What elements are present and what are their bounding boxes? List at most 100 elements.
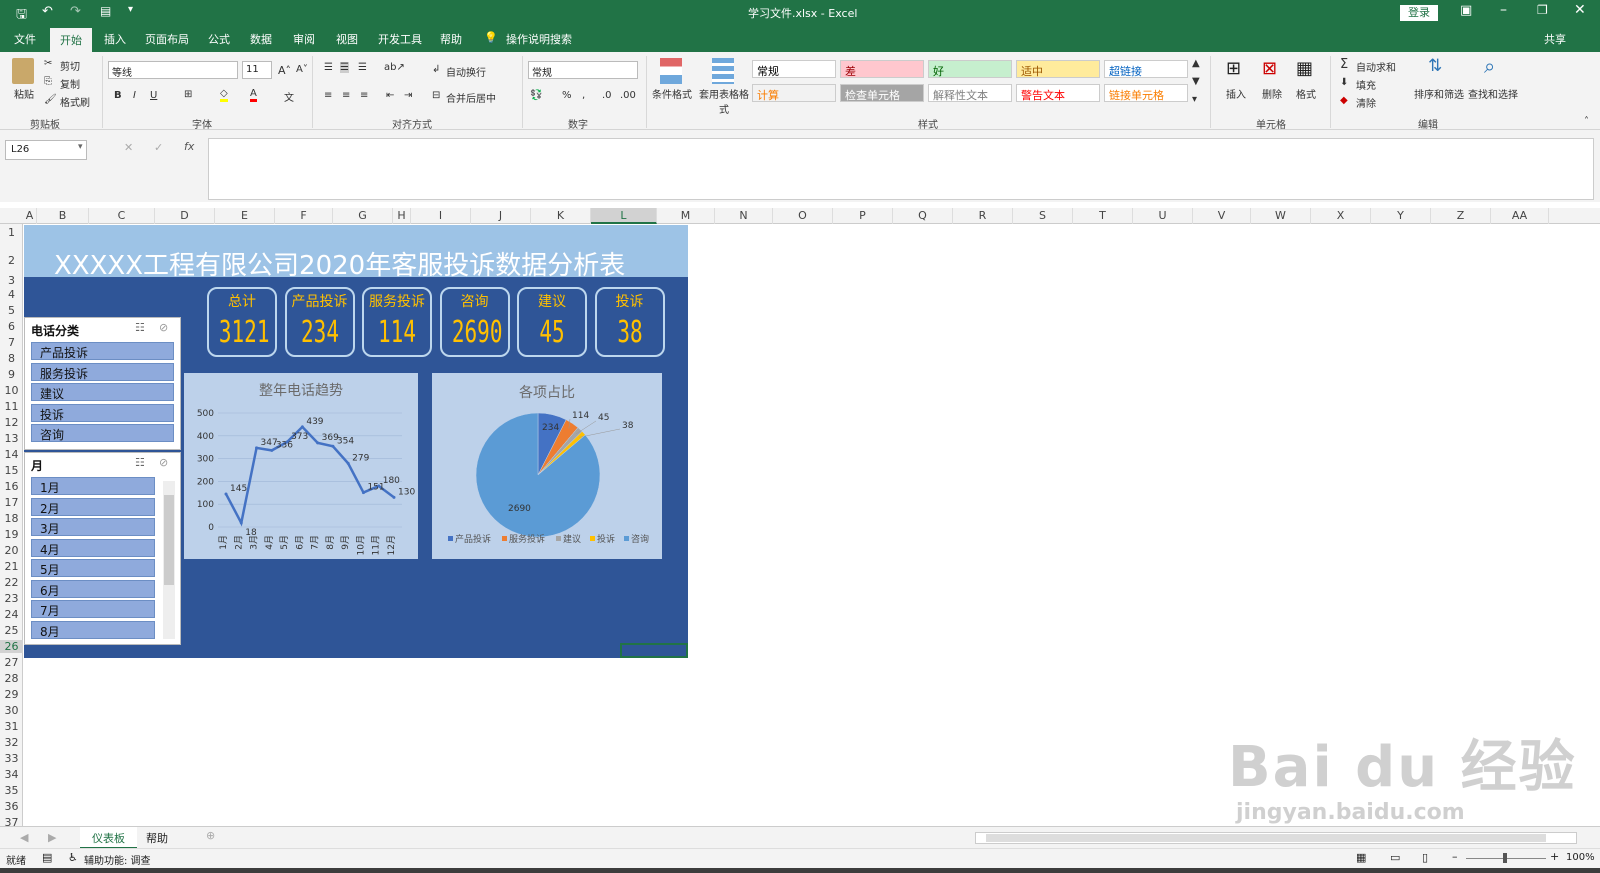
horizontal-scrollbar[interactable] <box>975 832 1577 844</box>
insert-cells-button[interactable]: 插入 <box>1226 86 1246 101</box>
column-header[interactable]: Q <box>893 208 953 224</box>
column-header[interactable]: J <box>471 208 531 224</box>
row-header[interactable]: 14 <box>0 448 23 461</box>
row-header[interactable]: 1 <box>0 226 23 239</box>
row-header[interactable]: 31 <box>0 720 23 733</box>
paste-button[interactable]: 粘贴 <box>14 86 34 101</box>
column-header[interactable]: R <box>953 208 1013 224</box>
conditional-format-button[interactable]: 条件格式 <box>652 86 692 101</box>
column-header[interactable]: W <box>1251 208 1311 224</box>
row-header[interactable]: 6 <box>0 320 23 333</box>
row-header[interactable]: 10 <box>0 384 23 397</box>
formula-input[interactable] <box>208 138 1594 200</box>
row-header[interactable]: 18 <box>0 512 23 525</box>
autosum-icon[interactable]: Σ <box>1340 57 1348 72</box>
scrollbar-thumb[interactable] <box>164 495 174 585</box>
add-sheet-icon[interactable]: ⊕ <box>206 829 215 842</box>
collapse-ribbon-icon[interactable]: ˄ <box>1584 116 1589 127</box>
slicer-item[interactable]: 4月 <box>31 538 155 557</box>
clear-filter-icon[interactable]: ⊘ <box>159 321 168 334</box>
row-header[interactable]: 28 <box>0 672 23 685</box>
row-header[interactable]: 37 <box>0 816 23 826</box>
zoom-out-icon[interactable]: – <box>1452 850 1458 863</box>
quick-access-icon[interactable]: ▤ <box>100 4 111 18</box>
column-header[interactable]: C <box>89 208 155 224</box>
cell-style-item[interactable]: 差 <box>840 60 924 78</box>
align-bottom-icon[interactable]: ☰ <box>358 62 367 73</box>
decrease-font-icon[interactable]: A˅ <box>296 64 308 75</box>
row-header[interactable]: 22 <box>0 576 23 589</box>
row-header[interactable]: 19 <box>0 528 23 541</box>
column-header[interactable]: X <box>1311 208 1371 224</box>
column-header[interactable]: A <box>23 208 37 224</box>
undo-icon[interactable]: ↶ <box>42 4 53 19</box>
copy-icon[interactable]: ⎘ <box>44 76 52 87</box>
macro-record-icon[interactable]: ▤ <box>42 851 52 864</box>
sheet-nav-prev-icon[interactable]: ◀ <box>20 831 28 844</box>
cell-style-item[interactable]: 解释性文本 <box>928 84 1012 102</box>
column-header[interactable]: H <box>393 208 411 224</box>
multi-select-icon[interactable]: ☷ <box>135 456 145 469</box>
cut-button[interactable]: 剪切 <box>60 58 80 73</box>
row-header[interactable]: 24 <box>0 608 23 621</box>
page-layout-view-icon[interactable]: ▭ <box>1390 851 1400 864</box>
slicer-item[interactable]: 2月 <box>31 497 155 516</box>
row-header[interactable]: 34 <box>0 768 23 781</box>
row-header[interactable]: 26 <box>0 640 23 653</box>
increase-indent-icon[interactable]: ⇥ <box>404 90 412 101</box>
minimize-icon[interactable]: – <box>1500 2 1507 18</box>
normal-view-icon[interactable]: ▦ <box>1356 851 1366 864</box>
row-header[interactable]: 21 <box>0 560 23 573</box>
restore-icon[interactable]: ❐ <box>1537 3 1548 17</box>
column-header[interactable]: I <box>411 208 471 224</box>
row-header[interactable]: 12 <box>0 416 23 429</box>
column-header[interactable]: T <box>1073 208 1133 224</box>
column-header[interactable]: N <box>715 208 773 224</box>
number-format-select[interactable]: 常规 <box>528 61 638 79</box>
slicer-item[interactable]: 建议 <box>31 383 174 401</box>
italic-icon[interactable]: I <box>133 90 136 101</box>
row-header[interactable]: 16 <box>0 480 23 493</box>
cell-style-item[interactable]: 好 <box>928 60 1012 78</box>
copy-button[interactable]: 复制 <box>60 76 80 91</box>
accessibility-icon[interactable]: ♿ <box>68 851 78 864</box>
decrease-indent-icon[interactable]: ⇤ <box>386 90 394 101</box>
gallery-up-icon[interactable]: ▲ <box>1192 58 1200 69</box>
column-header[interactable]: M <box>657 208 715 224</box>
increase-font-icon[interactable]: A˄ <box>278 64 291 77</box>
format-as-table-button[interactable]: 套用表格格式 <box>696 86 752 116</box>
tab-page-layout[interactable]: 页面布局 <box>145 31 189 47</box>
cancel-entry-icon[interactable]: ✕ <box>124 141 133 154</box>
zoom-slider-thumb[interactable] <box>1503 853 1507 863</box>
format-cells-button[interactable]: 格式 <box>1296 86 1316 101</box>
row-header[interactable]: 8 <box>0 352 23 365</box>
slicer-item[interactable]: 产品投诉 <box>31 342 174 360</box>
paste-icon[interactable] <box>12 58 34 84</box>
sort-filter-icon[interactable]: ⇅ <box>1428 56 1442 76</box>
row-header[interactable]: 32 <box>0 736 23 749</box>
column-header[interactable]: P <box>833 208 893 224</box>
row-header[interactable]: 15 <box>0 464 23 477</box>
clear-filter-icon[interactable]: ⊘ <box>159 456 168 469</box>
column-header[interactable]: F <box>275 208 333 224</box>
gallery-more-icon[interactable]: ▾ <box>1192 94 1197 105</box>
align-right-icon[interactable]: ≡ <box>360 90 368 101</box>
login-button[interactable]: 登录 <box>1400 5 1438 21</box>
merge-center-button[interactable]: 合并后居中 <box>446 90 496 105</box>
row-header[interactable]: 9 <box>0 368 23 381</box>
slicer-item[interactable]: 5月 <box>31 559 155 577</box>
clear-icon[interactable]: ◆ <box>1340 95 1348 106</box>
cell-style-item[interactable]: 适中 <box>1016 60 1100 78</box>
cell-style-item[interactable]: 计算 <box>752 84 836 102</box>
orientation-icon[interactable]: ab↗ <box>384 62 405 73</box>
fill-color-icon[interactable]: ◇ <box>220 88 228 102</box>
cut-icon[interactable]: ✂ <box>44 58 52 69</box>
delete-cells-icon[interactable]: ⊠ <box>1262 58 1277 79</box>
sheet-nav-next-icon[interactable]: ▶ <box>48 831 56 844</box>
slicer-item[interactable]: 8月 <box>31 620 155 639</box>
tab-formulas[interactable]: 公式 <box>208 31 230 47</box>
confirm-entry-icon[interactable]: ✓ <box>154 141 163 154</box>
column-header[interactable]: AA <box>1491 208 1549 224</box>
column-header[interactable]: L <box>591 208 657 224</box>
clear-button[interactable]: 清除 <box>1356 95 1376 110</box>
